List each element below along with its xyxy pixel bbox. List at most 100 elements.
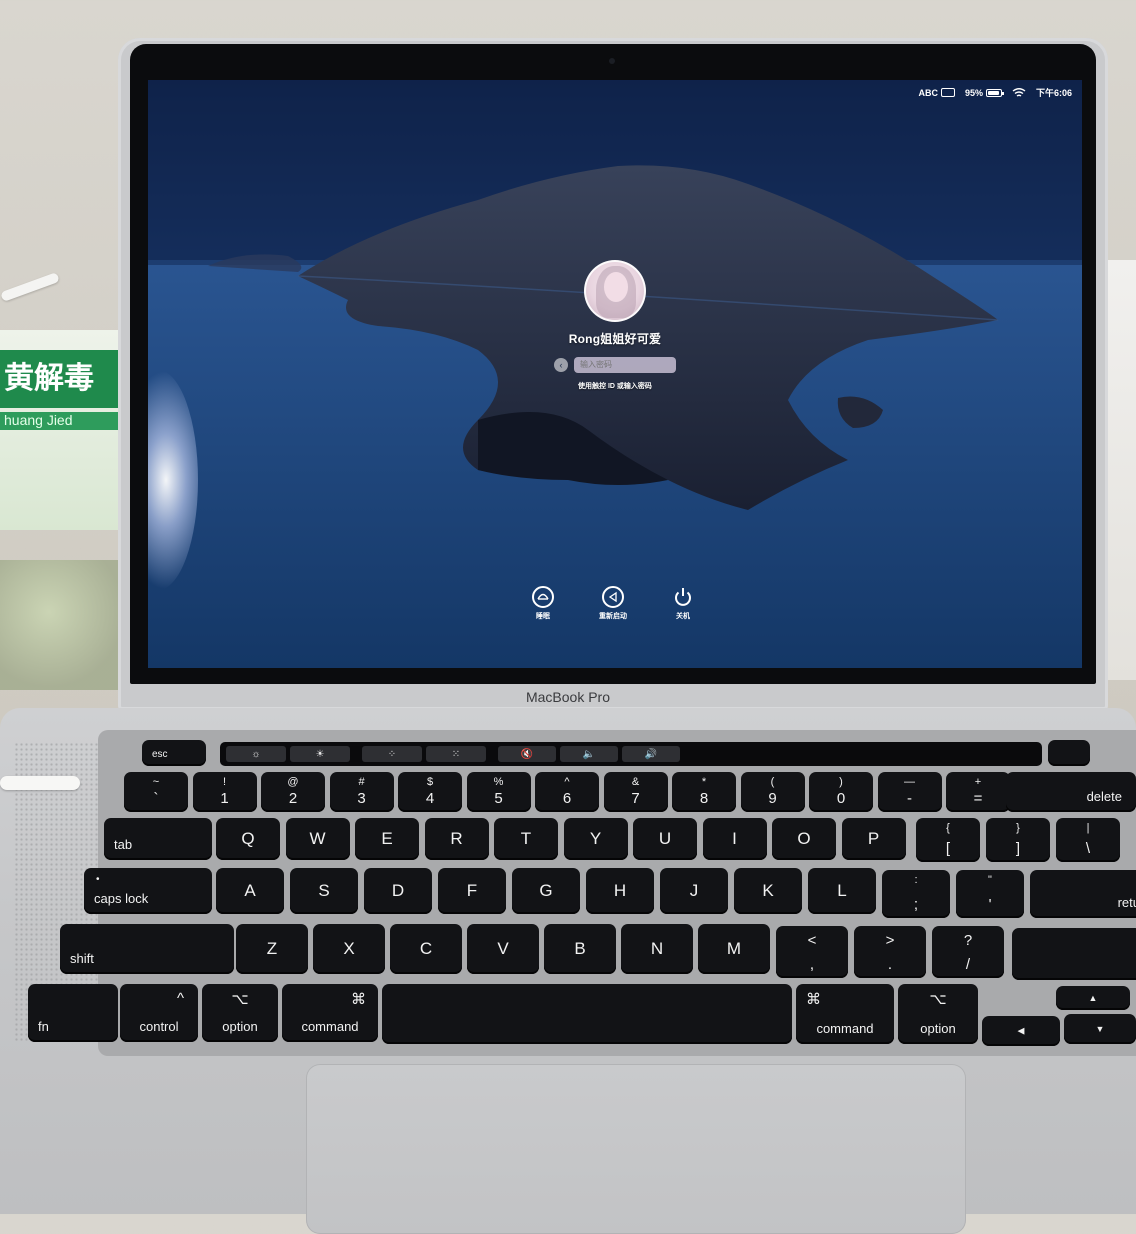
key-letter-e[interactable]: E: [355, 818, 419, 860]
battery-menu[interactable]: 95%: [965, 88, 1004, 98]
key-letter-f[interactable]: F: [438, 868, 506, 914]
key-letter-j[interactable]: J: [660, 868, 728, 914]
touchbar-mute[interactable]: 🔇: [498, 746, 556, 762]
key-row1-0[interactable]: ~ `: [124, 772, 188, 812]
key-row1-12[interactable]: + =: [946, 772, 1010, 812]
blister-pack: [0, 560, 122, 690]
key-letter-g[interactable]: G: [512, 868, 580, 914]
key-letter-h[interactable]: H: [586, 868, 654, 914]
key-tab[interactable]: tab: [104, 818, 212, 860]
key-command-right[interactable]: ⌘ command: [796, 984, 894, 1044]
key-row1-7[interactable]: & 7: [603, 772, 668, 812]
key-row1-8[interactable]: * 8: [672, 772, 736, 812]
key-main-symbol: 4: [425, 790, 435, 807]
back-button[interactable]: ‹: [554, 358, 568, 372]
password-hint: 使用触控 ID 或输入密码: [578, 383, 652, 390]
key-letter-n[interactable]: N: [621, 924, 693, 974]
key-letter-l[interactable]: L: [808, 868, 876, 914]
touch-bar[interactable]: ☼ ☀ ⁘ ⁙ 🔇 🔈 🔊: [220, 742, 1042, 766]
restart-button[interactable]: 重新启动: [593, 586, 633, 621]
key-punct-r4-0[interactable]: <,: [776, 926, 848, 978]
key-row1-3[interactable]: #3: [329, 772, 394, 812]
key-letter-d[interactable]: D: [364, 868, 432, 914]
key-letter-y[interactable]: Y: [563, 818, 628, 860]
key-row1-10[interactable]: ) 0: [809, 772, 873, 812]
key-letter-r[interactable]: R: [424, 818, 489, 860]
touchbar-kbd-light-up[interactable]: ⁙: [426, 746, 486, 762]
chevron-left-icon: ‹: [559, 360, 563, 370]
key-letter-v[interactable]: V: [467, 924, 539, 974]
key-option-right[interactable]: ⌥ option: [898, 984, 978, 1044]
key-fn[interactable]: fn: [28, 984, 118, 1042]
key-arrow-left[interactable]: ◀: [982, 1016, 1060, 1046]
key-letter-label: Q: [241, 829, 255, 848]
login-panel: Rong姐姐好可爱 ‹ 使用触控 ID 或输入密码: [148, 260, 1082, 391]
key-main-symbol: 9: [768, 790, 777, 807]
key-punct-r4-2[interactable]: ? /: [932, 926, 1004, 978]
key-punct-1[interactable]: " ': [956, 870, 1024, 918]
trackpad[interactable]: [306, 1064, 966, 1234]
key-shift-left[interactable]: shift: [60, 924, 234, 974]
key-delete[interactable]: delete: [1006, 772, 1136, 812]
key-punct-r4-1[interactable]: >.: [854, 926, 926, 978]
key-bracket-1[interactable]: }]: [986, 818, 1050, 862]
key-shift-right[interactable]: [1012, 928, 1136, 980]
key-letter-w[interactable]: W: [285, 818, 350, 860]
restart-icon: [602, 586, 624, 608]
key-letter-m[interactable]: M: [698, 924, 770, 974]
touchbar-brightness-up[interactable]: ☀: [290, 746, 350, 762]
key-command-left[interactable]: ⌘ command: [282, 984, 378, 1042]
key-esc[interactable]: esc: [142, 740, 206, 766]
key-command-left-label: command: [301, 1019, 359, 1034]
brightness-up-icon: ☀: [315, 748, 325, 760]
caps-lock-indicator: •: [96, 874, 100, 885]
avatar-face: [604, 272, 628, 302]
key-space[interactable]: [382, 984, 792, 1044]
key-letter-a[interactable]: A: [216, 868, 284, 914]
key-row1-6[interactable]: ^ 6: [535, 772, 599, 812]
touchbar-volume-down[interactable]: 🔈: [560, 746, 618, 762]
password-input[interactable]: [574, 357, 676, 373]
sleep-label: 睡眠: [536, 613, 550, 620]
key-letter-x[interactable]: X: [313, 924, 385, 974]
key-arrow-down[interactable]: ▼: [1064, 1014, 1136, 1044]
key-letter-o[interactable]: O: [772, 818, 836, 860]
key-row1-5[interactable]: % 5: [466, 772, 531, 812]
key-row1-11[interactable]: — -: [877, 772, 942, 812]
key-letter-u[interactable]: U: [633, 818, 697, 860]
key-main-symbol: ]: [1015, 840, 1021, 857]
key-return[interactable]: retu: [1030, 870, 1136, 918]
key-punct-0[interactable]: :;: [882, 870, 950, 918]
key-row1-4[interactable]: $4: [398, 772, 462, 812]
key-option-left[interactable]: ⌥ option: [202, 984, 278, 1042]
input-source-menu[interactable]: ABC: [918, 88, 955, 98]
touchbar-kbd-light-down[interactable]: ⁘: [362, 746, 422, 762]
touchbar-volume-up[interactable]: 🔊: [622, 746, 680, 762]
wifi-menu[interactable]: [1012, 87, 1026, 98]
touch-id-key[interactable]: [1048, 740, 1090, 766]
key-caps-lock[interactable]: • caps lock: [84, 868, 212, 914]
key-control[interactable]: ^ control: [120, 984, 198, 1042]
key-bracket-2[interactable]: | \: [1056, 818, 1120, 862]
touchbar-brightness-down[interactable]: ☼: [226, 746, 286, 762]
arrow-down-icon: ▼: [1095, 1024, 1105, 1034]
key-letter-i[interactable]: I: [702, 818, 767, 860]
key-row1-1[interactable]: ! 1: [192, 772, 257, 812]
key-letter-z[interactable]: Z: [236, 924, 308, 974]
key-bracket-0[interactable]: {[: [916, 818, 980, 862]
shutdown-button[interactable]: 关机: [663, 586, 703, 621]
key-letter-t[interactable]: T: [494, 818, 558, 860]
avatar[interactable]: [584, 260, 646, 322]
key-row1-2[interactable]: @2: [261, 772, 325, 812]
clock[interactable]: 下午6:06: [1036, 86, 1072, 99]
key-letter-c[interactable]: C: [390, 924, 462, 974]
sleep-button[interactable]: 睡眠: [523, 586, 563, 621]
key-letter-s[interactable]: S: [290, 868, 358, 914]
key-letter-b[interactable]: B: [544, 924, 616, 974]
battery-fill: [987, 90, 1000, 95]
key-arrow-up[interactable]: ▲: [1056, 986, 1130, 1010]
key-letter-k[interactable]: K: [734, 868, 802, 914]
key-letter-q[interactable]: Q: [216, 818, 280, 860]
key-letter-p[interactable]: P: [841, 818, 906, 860]
key-row1-9[interactable]: (9: [740, 772, 805, 812]
